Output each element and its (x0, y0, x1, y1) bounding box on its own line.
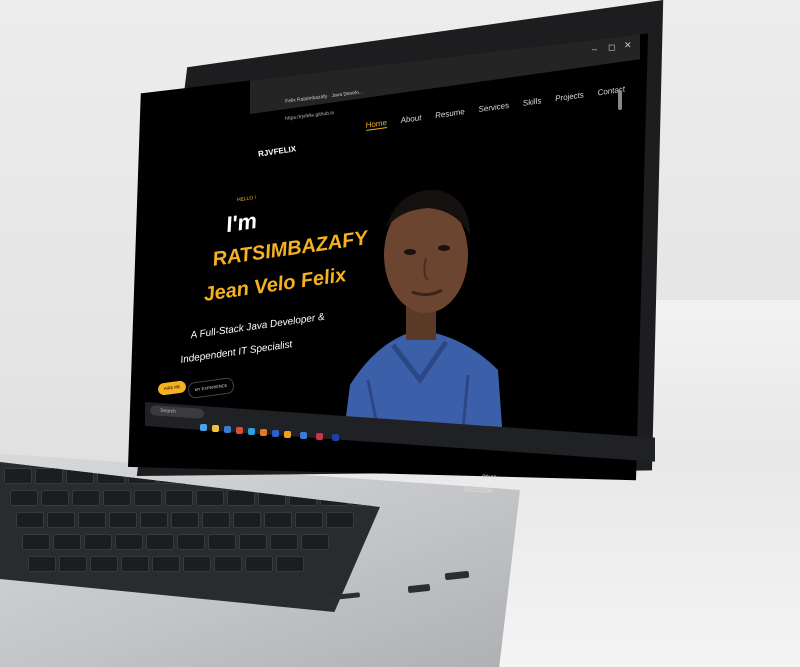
my-experience-button[interactable]: MY EXPERIENCE (187, 376, 235, 400)
nav-resume[interactable]: Resume (435, 107, 466, 121)
app-icon[interactable] (300, 432, 307, 439)
hero-intro: I'm (224, 207, 259, 238)
hero-description-line1: A Full-Stack Java Developer & (189, 311, 326, 342)
app-icon[interactable] (284, 431, 291, 438)
site-logo[interactable]: RJVFELIX (258, 144, 297, 158)
nav-about[interactable]: About (400, 113, 422, 126)
vscode-icon[interactable] (248, 428, 255, 435)
address-bar[interactable]: https://rjvfelix.github.io (285, 110, 335, 122)
hero-description-line2: Independent IT Specialist (179, 339, 294, 366)
scrollbar[interactable] (618, 90, 622, 110)
photoshop-icon[interactable] (332, 434, 339, 441)
maximize-button[interactable]: ◻ (608, 42, 615, 53)
store-icon[interactable] (224, 426, 231, 433)
nav-skills[interactable]: Skills (522, 96, 542, 109)
nav-services[interactable]: Services (478, 101, 510, 115)
taskbar-time[interactable]: 09:11 (482, 474, 497, 481)
browser-icon[interactable] (200, 424, 207, 431)
java-icon[interactable] (260, 429, 267, 436)
nav-home[interactable]: Home (365, 118, 388, 131)
close-button[interactable]: ✕ (624, 40, 632, 51)
hero-greeting: HELLO ! (236, 194, 257, 204)
nav-projects[interactable]: Projects (555, 90, 585, 104)
minimize-button[interactable]: – (592, 44, 597, 54)
folder-icon[interactable] (212, 425, 219, 432)
app-icon[interactable] (236, 427, 243, 434)
hero-portrait (343, 189, 503, 440)
hero-name-line2: Jean Velo Felix (202, 264, 348, 306)
app-icon[interactable] (316, 433, 323, 440)
app-icon[interactable] (272, 430, 279, 437)
hire-me-button[interactable]: HIRE ME (157, 380, 187, 396)
